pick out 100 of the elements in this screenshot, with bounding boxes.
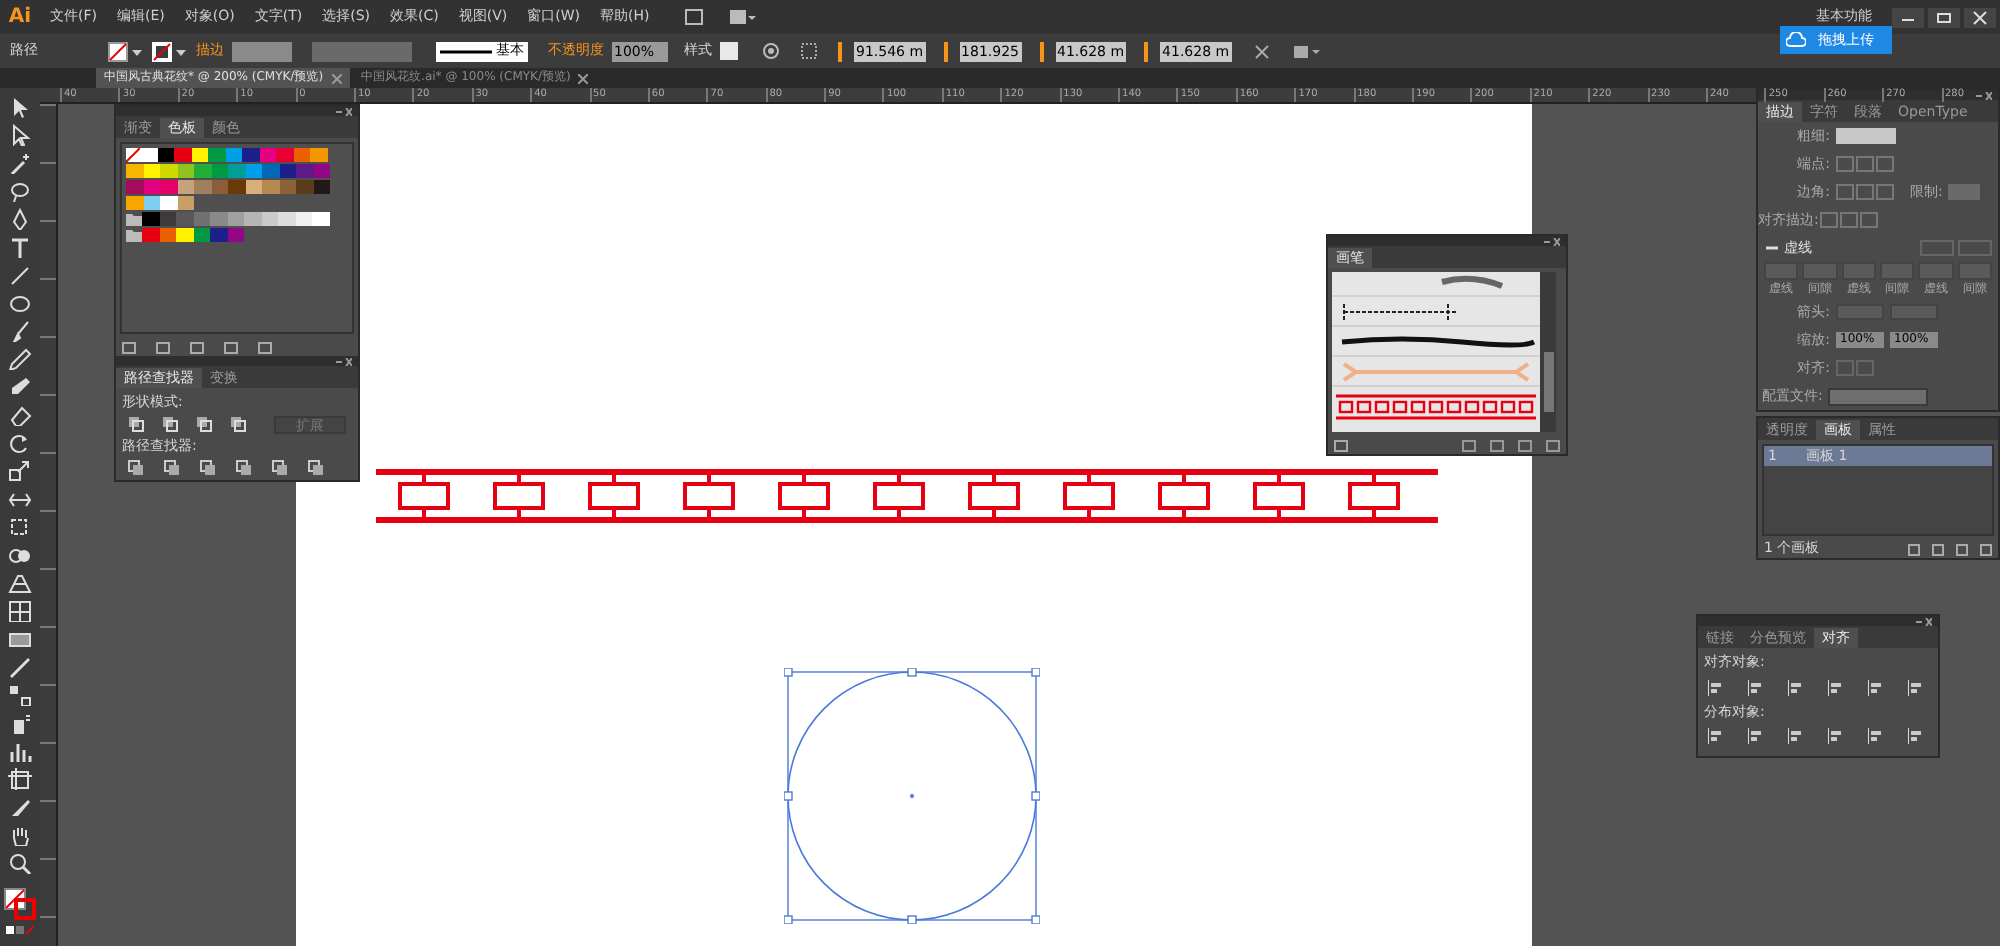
color-swatch[interactable]: [126, 196, 143, 210]
align-left-icon[interactable]: [1708, 679, 1724, 695]
color-swatch[interactable]: [228, 164, 245, 178]
limit-field[interactable]: [1948, 184, 1981, 200]
zoom-icon[interactable]: [8, 852, 32, 874]
shape-builder-icon[interactable]: [8, 544, 32, 566]
free-transform-icon[interactable]: [8, 516, 32, 538]
hand-icon[interactable]: [8, 824, 32, 846]
scale-icon[interactable]: [8, 460, 32, 482]
color-swatch[interactable]: [160, 164, 177, 178]
perspective-grid-icon[interactable]: [8, 572, 32, 594]
panel-controls-icon[interactable]: [1544, 237, 1560, 245]
color-swatch[interactable]: [262, 164, 279, 178]
color-swatch[interactable]: [276, 148, 293, 162]
color-swatch[interactable]: [142, 228, 159, 242]
color-swatch[interactable]: [160, 180, 177, 194]
blob-brush-icon[interactable]: [8, 376, 32, 398]
color-swatch[interactable]: [278, 212, 295, 226]
scrollbar-thumb[interactable]: [1543, 352, 1553, 412]
magic-wand-icon[interactable]: [8, 152, 32, 174]
swatch-kind-icon[interactable]: [156, 341, 170, 353]
mesh-icon[interactable]: [8, 600, 32, 622]
new-artboard-icon[interactable]: [1956, 543, 1968, 555]
isolate-icon[interactable]: [1291, 41, 1320, 61]
fill-stroke-icon[interactable]: [4, 888, 36, 920]
spray-can-icon[interactable]: [8, 712, 32, 734]
knife-icon[interactable]: [8, 796, 32, 818]
eraser-icon[interactable]: [8, 404, 32, 426]
stroke-weight-field[interactable]: [232, 41, 292, 61]
variable-width-field[interactable]: [312, 41, 412, 61]
merge-icon[interactable]: [200, 460, 216, 476]
brush-strokes-drawing[interactable]: [1332, 272, 1540, 432]
gradient-icon[interactable]: [8, 628, 32, 650]
window-icon[interactable]: [683, 8, 704, 26]
stroke-weight-field[interactable]: [1836, 128, 1896, 144]
color-swatch[interactable]: [176, 228, 193, 242]
move-up-icon[interactable]: [1908, 543, 1920, 555]
new-brush-icon[interactable]: [1518, 439, 1532, 451]
outline-icon[interactable]: [272, 460, 288, 476]
minus-back-icon[interactable]: [308, 460, 324, 476]
recolor-icon[interactable]: [762, 42, 780, 60]
color-swatch[interactable]: [126, 164, 143, 178]
color-swatch[interactable]: [228, 180, 245, 194]
stroke-swatch-icon[interactable]: [152, 41, 188, 61]
folder-icon[interactable]: [190, 341, 204, 353]
align-grid-icon[interactable]: [800, 42, 820, 60]
move-down-icon[interactable]: [1932, 543, 1944, 555]
close-icon[interactable]: [578, 73, 589, 83]
fill-swatch-icon[interactable]: [108, 41, 144, 61]
color-mode-icon[interactable]: [6, 926, 34, 936]
color-swatch[interactable]: [242, 148, 259, 162]
direct-selection-icon[interactable]: [8, 124, 32, 146]
panel-controls-icon[interactable]: [336, 107, 352, 115]
new-swatch-icon[interactable]: [224, 341, 238, 353]
minus-front-icon[interactable]: [162, 416, 178, 432]
color-swatch[interactable]: [312, 212, 329, 226]
window-controls-icon[interactable]: [1892, 7, 1996, 27]
color-swatch[interactable]: [296, 180, 313, 194]
brush-icon[interactable]: [8, 320, 32, 342]
width-icon[interactable]: [8, 488, 32, 510]
panel-controls-icon[interactable]: [336, 357, 352, 365]
color-swatch[interactable]: [262, 180, 279, 194]
color-swatch[interactable]: [244, 212, 261, 226]
divide-icon[interactable]: [128, 460, 144, 476]
swatch-library-icon[interactable]: [122, 341, 136, 353]
color-swatch[interactable]: [208, 148, 225, 162]
line-icon[interactable]: [8, 264, 32, 286]
trim-icon[interactable]: [164, 460, 180, 476]
align-stroke-buttons-icon[interactable]: [1820, 212, 1880, 228]
none-swatch-icon[interactable]: [126, 148, 140, 162]
color-swatch[interactable]: [194, 164, 211, 178]
color-swatch[interactable]: [174, 148, 191, 162]
brush-library-icon[interactable]: [1334, 439, 1350, 451]
eyedropper-icon[interactable]: [8, 656, 32, 678]
type-icon[interactable]: [8, 236, 32, 258]
exclude-icon[interactable]: [230, 416, 246, 432]
pen-icon[interactable]: [8, 208, 32, 230]
artboard-icon[interactable]: [8, 768, 32, 790]
color-swatch[interactable]: [176, 212, 193, 226]
options-icon[interactable]: [1490, 439, 1504, 451]
color-swatch[interactable]: [296, 164, 313, 178]
remove-stroke-icon[interactable]: [1462, 439, 1476, 451]
cap-buttons-icon[interactable]: [1836, 156, 1896, 172]
color-swatch[interactable]: [194, 180, 211, 194]
color-swatch[interactable]: [210, 228, 227, 242]
color-swatch[interactable]: [140, 148, 157, 162]
color-swatch[interactable]: [160, 196, 177, 210]
ellipse-icon[interactable]: [8, 292, 32, 314]
blend-icon[interactable]: [8, 684, 32, 706]
delete-icon[interactable]: [1980, 543, 1992, 555]
panel-controls-icon[interactable]: [1916, 617, 1932, 625]
color-swatch[interactable]: [142, 212, 159, 226]
arrange-documents-icon[interactable]: [727, 8, 756, 26]
intersect-icon[interactable]: [196, 416, 212, 432]
transform-icon[interactable]: [1251, 41, 1272, 61]
crop-icon[interactable]: [236, 460, 252, 476]
panel-controls-icon[interactable]: [1976, 91, 1992, 99]
pencil-icon[interactable]: [8, 348, 32, 370]
close-icon[interactable]: [331, 73, 342, 83]
rotate-icon[interactable]: [8, 432, 32, 454]
